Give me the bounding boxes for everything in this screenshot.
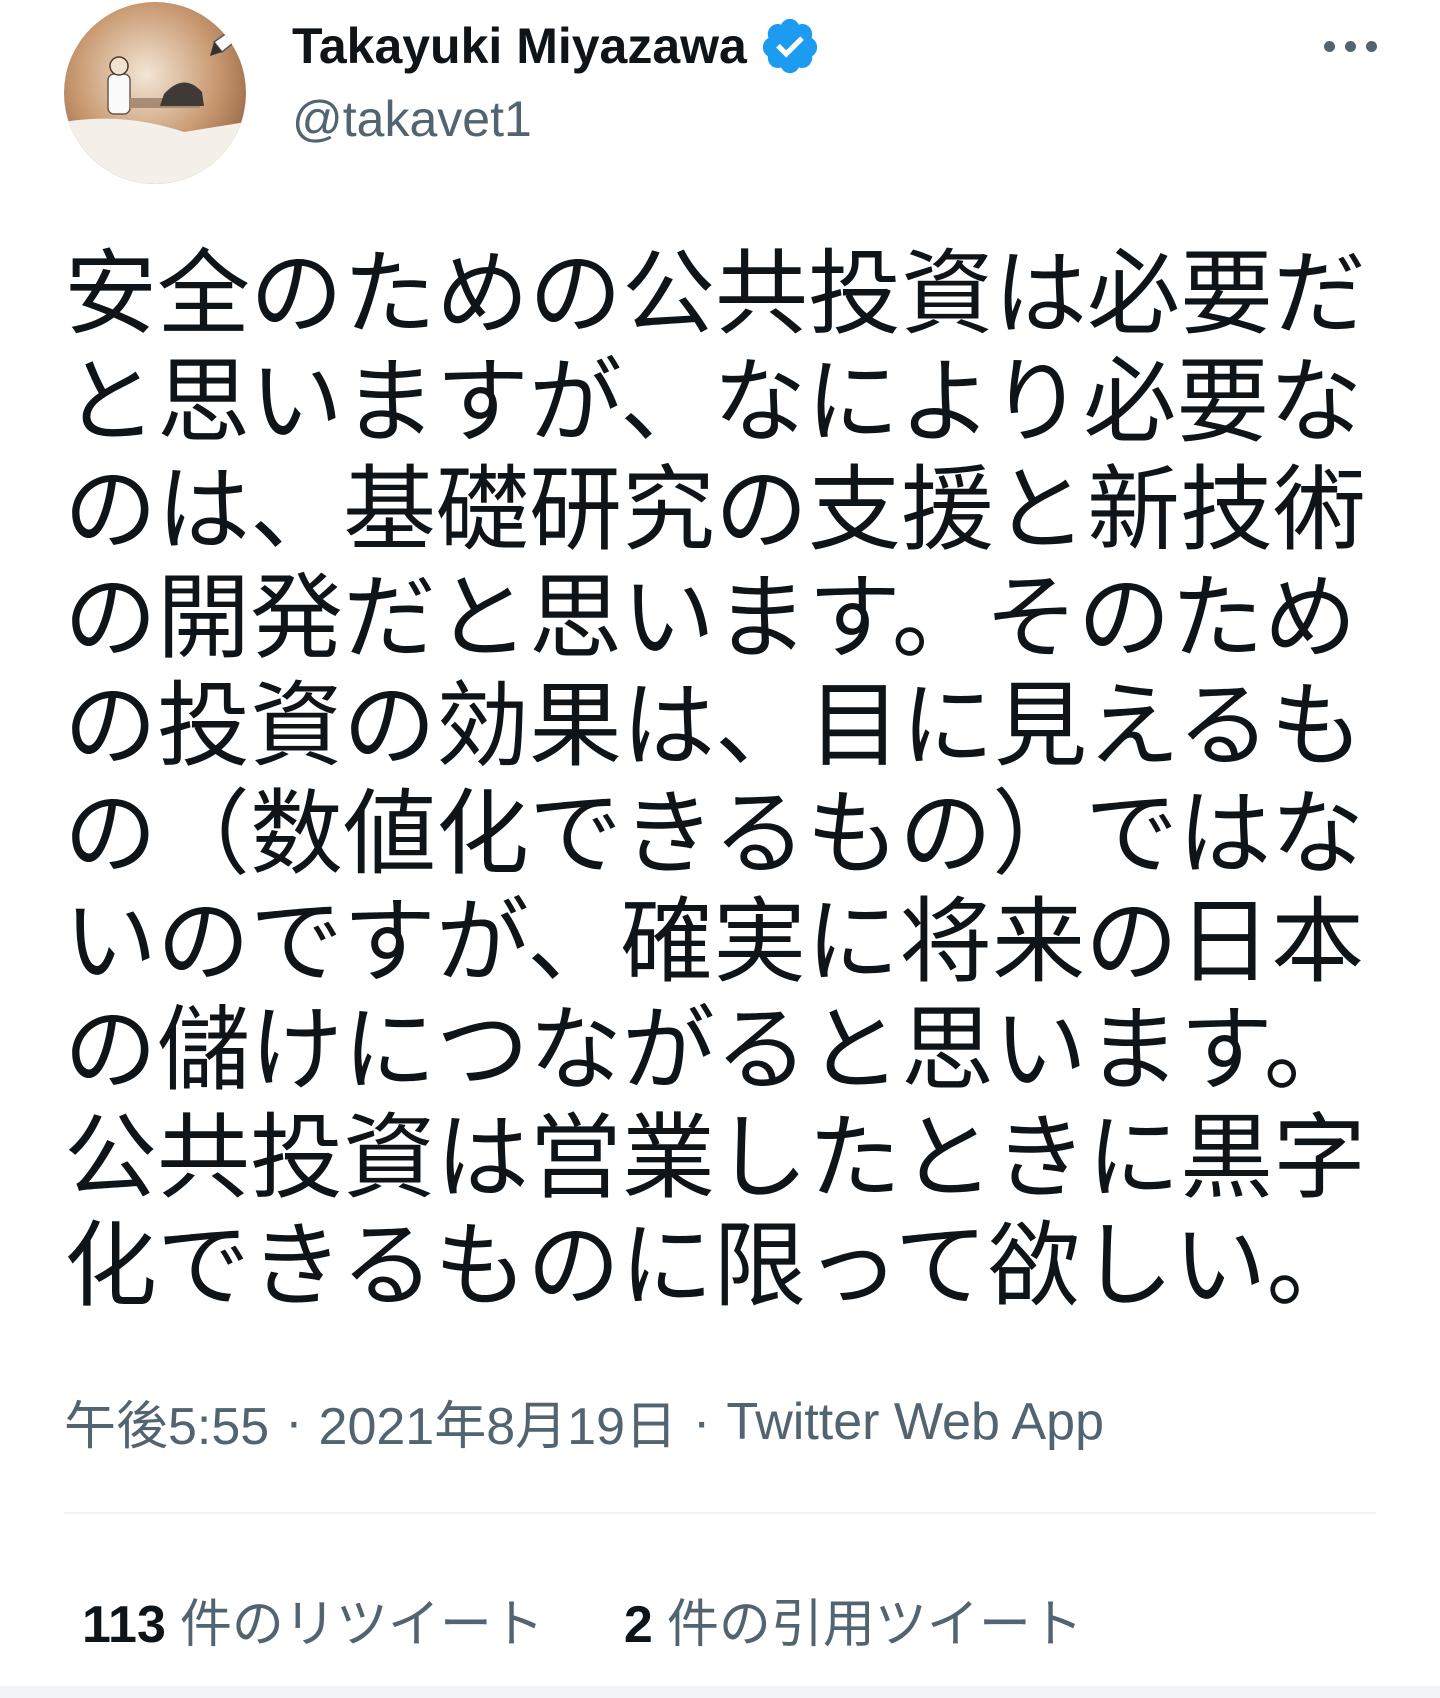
more-options-icon (1323, 40, 1335, 52)
tweet-text: 安全のための公共投資は必要だ と思いますが、なにより必要な のは、基礎研究の支援… (64, 240, 1366, 1320)
tweet-text-line: と思いますが、なにより必要な (64, 348, 1363, 456)
avatar-illustration-icon (64, 2, 246, 184)
quote-label: 件の引用ツイート (666, 1596, 1083, 1654)
author-handle[interactable]: @takavet1 (292, 90, 532, 148)
tweet-text-line: 安全のための公共投資は必要だ (64, 240, 1366, 348)
tweet-text-line: の儲けにつながると思います。 (64, 996, 1357, 1104)
more-options-icon-dot (1344, 40, 1356, 52)
meta-separator: · (693, 1392, 711, 1451)
meta-separator: · (285, 1392, 303, 1451)
tweet-text-line: の開発だと思います。そのため (64, 564, 1357, 672)
tweet-date[interactable]: 2021年8月19日 (319, 1384, 677, 1459)
avatar[interactable] (64, 2, 246, 184)
tweet-stats: 113 件のリツイート 2 件の引用ツイート (82, 1582, 1083, 1657)
tweet-text-line: 化できるものに限って欲しい。 (64, 1212, 1360, 1320)
tweet-text-line: いのですが、確実に将来の日本 (64, 888, 1365, 996)
tweet-source-link[interactable]: Twitter Web App (726, 1392, 1104, 1452)
divider (64, 1512, 1376, 1514)
more-options-icon-dot (1365, 40, 1377, 52)
verified-badge-icon (762, 18, 817, 74)
tweet-time[interactable]: 午後5:55 (64, 1384, 269, 1459)
author-display-name[interactable]: Takayuki Miyazawa (292, 17, 747, 75)
tweet-text-line: の投資の効果は、目に見えるも (64, 672, 1364, 780)
retweet-count: 113 (82, 1596, 166, 1654)
tweet-text-line: のは、基礎研究の支援と新技術 (64, 456, 1366, 564)
quote-count: 2 (623, 1596, 653, 1654)
tweet-text-line: の（数値化できるもの）ではな (64, 780, 1365, 888)
tweet-text-line: 公共投資は営業したときに黒字 (64, 1104, 1366, 1212)
bottom-divider (0, 1686, 1440, 1698)
more-options-button[interactable] (1305, 26, 1395, 66)
quotes-stat[interactable]: 2 件の引用ツイート (624, 1582, 1083, 1657)
tweet-meta: 午後5:55 · 2021年8月19日 · Twitter Web App (64, 1384, 1104, 1459)
retweets-stat[interactable]: 113 件のリツイート (82, 1582, 544, 1657)
retweet-label: 件のリツイート (179, 1596, 544, 1654)
author-name-row: Takayuki Miyazawa (292, 14, 821, 78)
